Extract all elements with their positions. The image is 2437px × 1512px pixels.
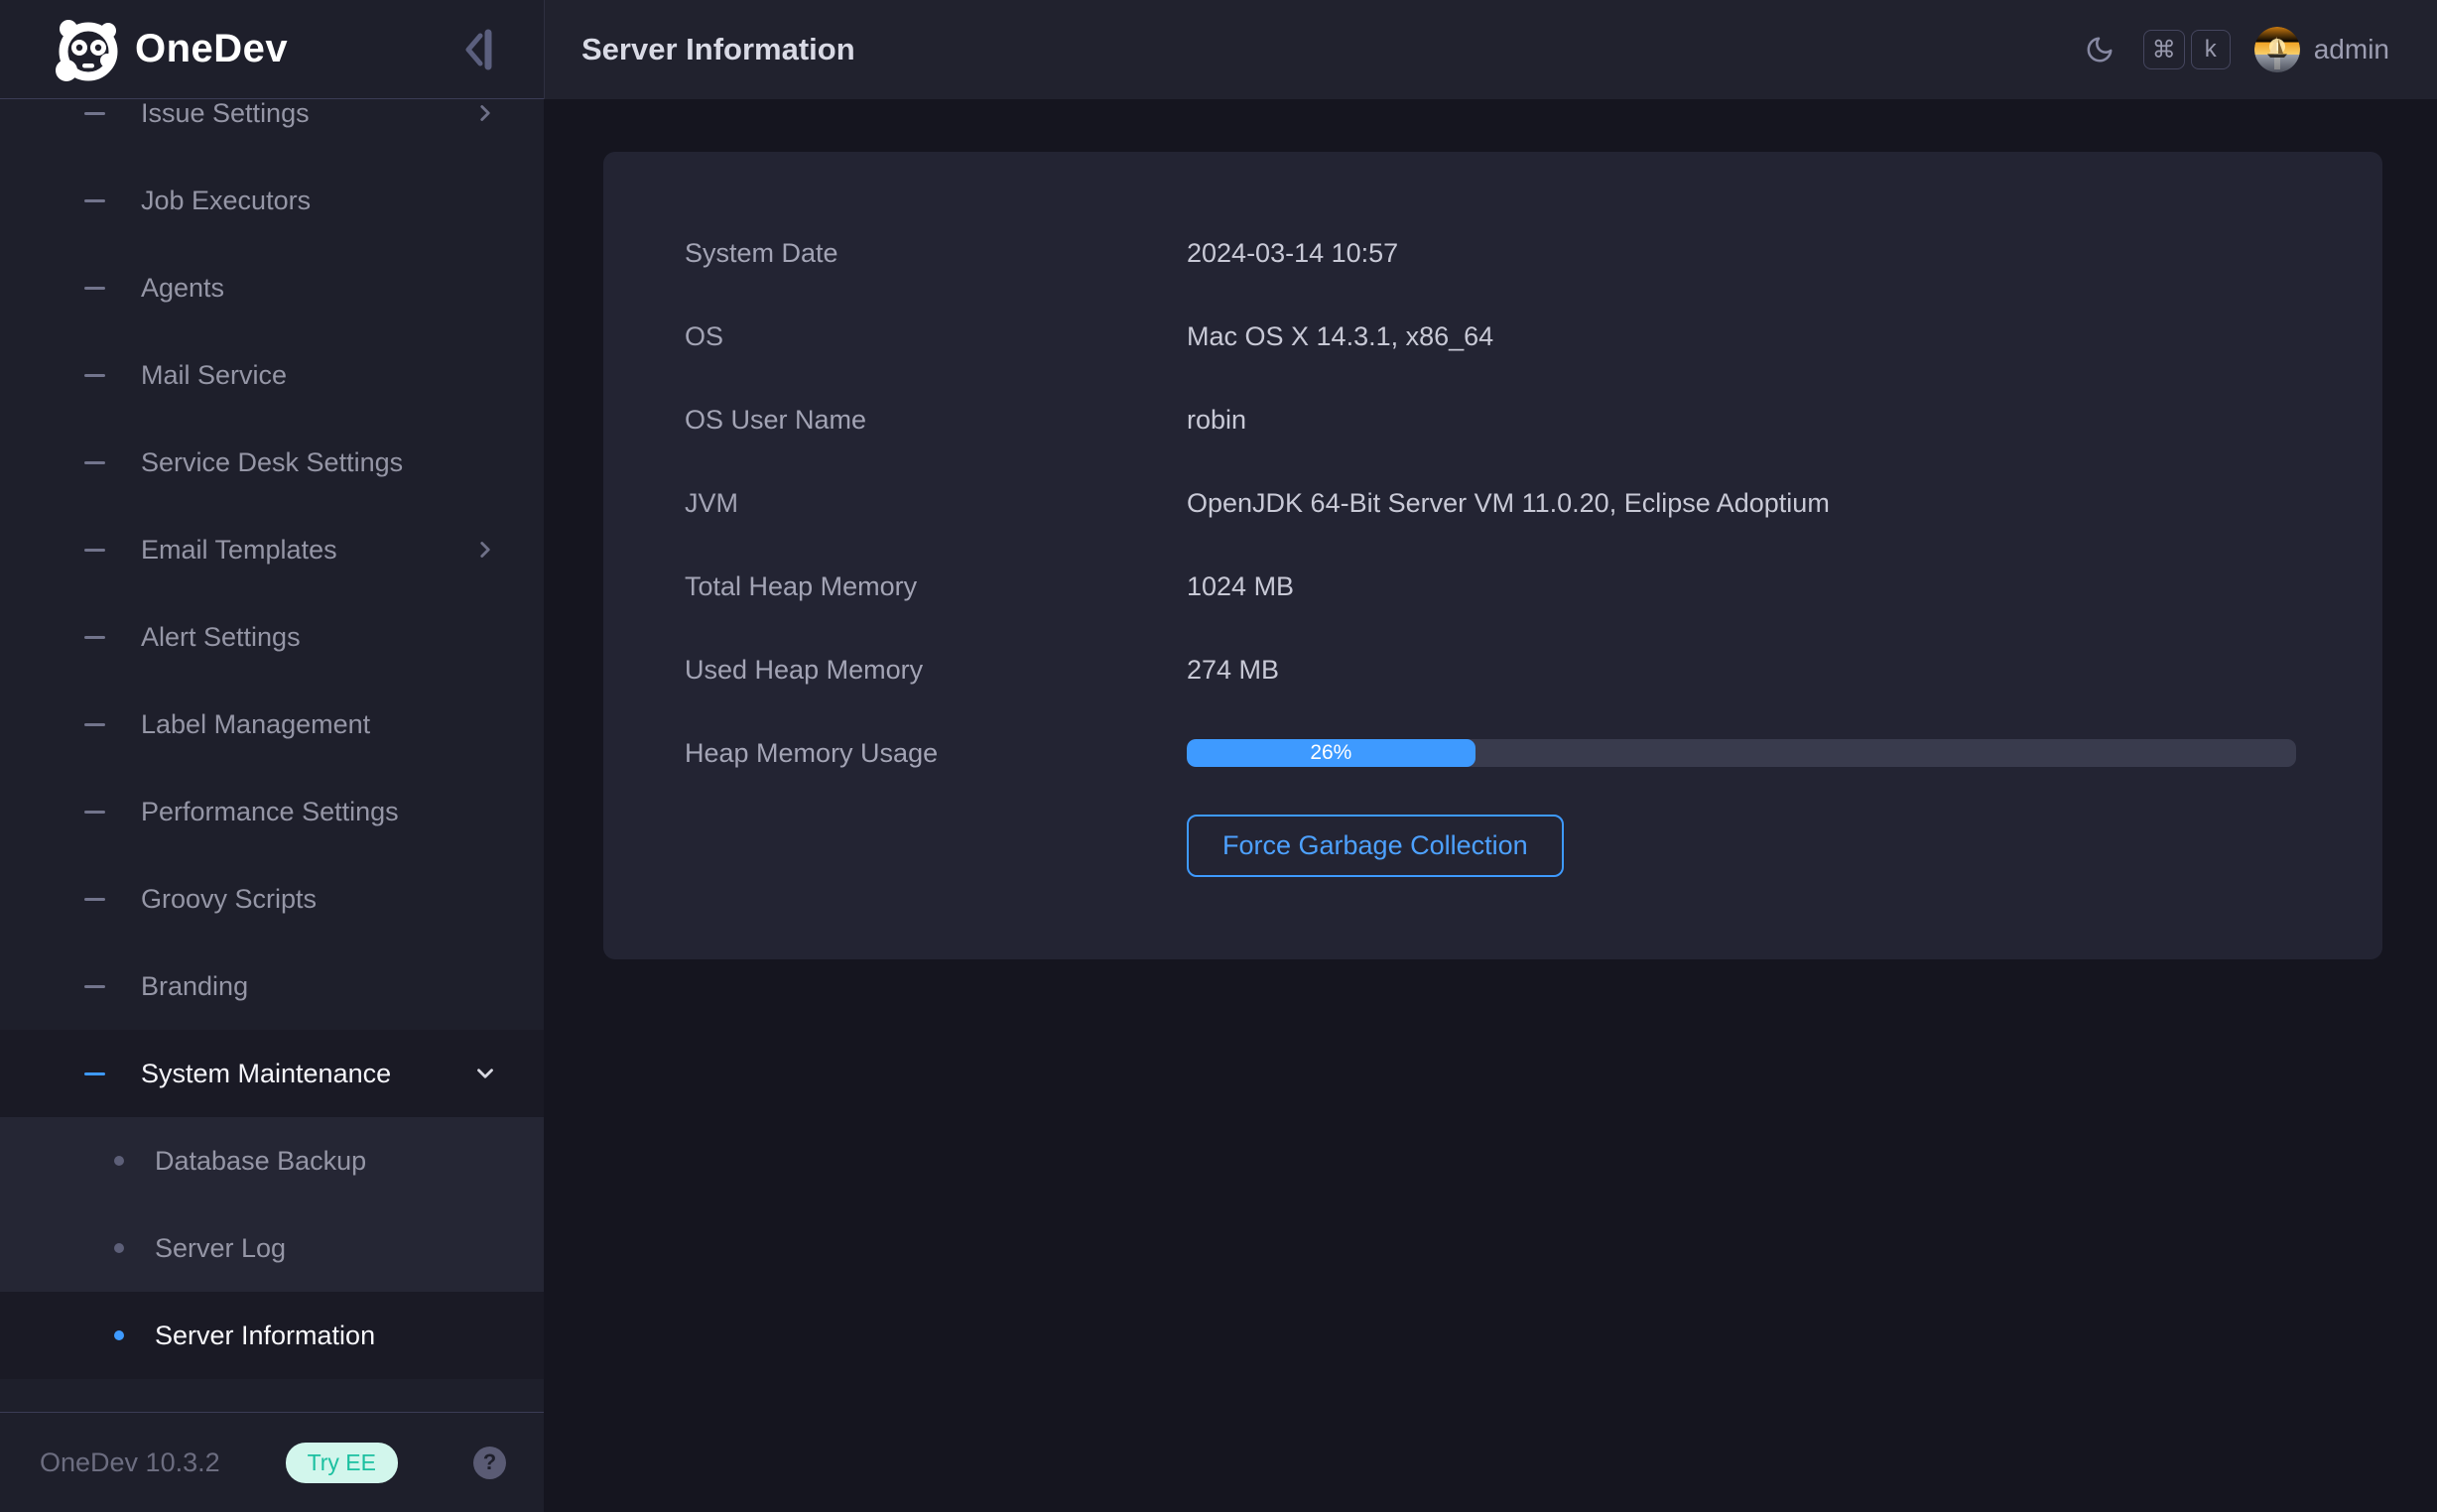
field-row-used-heap-memory: Used Heap Memory 274 MB <box>685 628 2301 711</box>
collapse-chevron-bar-icon <box>458 28 502 71</box>
try-ee-badge[interactable]: Try EE <box>286 1443 398 1483</box>
page-title: Server Information <box>581 32 2078 67</box>
force-garbage-collection-button[interactable]: Force Garbage Collection <box>1187 815 1564 877</box>
sidebar: OneDev Issue Settings Job Executors Agen… <box>0 0 544 1512</box>
header-actions: ⌘ k <box>2078 27 2389 72</box>
dash-bullet <box>84 549 105 552</box>
dash-bullet <box>84 811 105 814</box>
dash-bullet <box>84 723 105 726</box>
field-value: Mac OS X 14.3.1, x86_64 <box>1187 321 1493 352</box>
field-value: 274 MB <box>1187 655 1279 686</box>
dash-bullet <box>84 287 105 290</box>
sidebar-item-subscription-management[interactable]: Subscription Management <box>0 1379 544 1412</box>
field-value: OpenJDK 64-Bit Server VM 11.0.20, Eclips… <box>1187 488 1830 519</box>
field-row-os-user-name: OS User Name robin <box>685 378 2301 461</box>
onedev-logo-icon <box>52 14 123 85</box>
field-label: Heap Memory Usage <box>685 738 1187 769</box>
field-row-jvm: JVM OpenJDK 64-Bit Server VM 11.0.20, Ec… <box>685 461 2301 545</box>
server-info-card: System Date 2024-03-14 10:57 OS Mac OS X… <box>603 152 2382 959</box>
sidebar-item-alert-settings[interactable]: Alert Settings <box>0 593 544 681</box>
sidebar-item-server-log[interactable]: Server Log <box>0 1204 544 1292</box>
sidebar-nav: Issue Settings Job Executors Agents Mail… <box>0 99 544 1412</box>
field-row-heap-memory-usage: Heap Memory Usage 26% <box>685 711 2301 795</box>
field-row-total-heap-memory: Total Heap Memory 1024 MB <box>685 545 2301 628</box>
dot-bullet <box>114 1243 124 1253</box>
sidebar-item-service-desk-settings[interactable]: Service Desk Settings <box>0 419 544 506</box>
field-label: OS <box>685 321 1187 352</box>
dash-bullet <box>84 461 105 464</box>
moon-icon <box>2085 35 2115 64</box>
dash-bullet <box>84 636 105 639</box>
dash-bullet <box>84 898 105 901</box>
sidebar-item-agents[interactable]: Agents <box>0 244 544 331</box>
sidebar-item-mail-service[interactable]: Mail Service <box>0 331 544 419</box>
theme-toggle-button[interactable] <box>2078 28 2121 71</box>
sidebar-item-label-management[interactable]: Label Management <box>0 681 544 768</box>
brand-header: OneDev <box>0 0 544 99</box>
dot-bullet <box>114 1156 124 1166</box>
command-palette-shortcut[interactable]: ⌘ k <box>2143 30 2231 69</box>
user-menu[interactable]: admin <box>2254 27 2389 72</box>
sidebar-item-job-executors[interactable]: Job Executors <box>0 157 544 244</box>
sidebar-footer: OneDev 10.3.2 Try EE ? <box>0 1412 544 1512</box>
dot-bullet <box>114 1330 124 1340</box>
field-row-os: OS Mac OS X 14.3.1, x86_64 <box>685 295 2301 378</box>
avatar <box>2254 27 2300 72</box>
heap-usage-progress-bar: 26% <box>1187 739 2296 767</box>
app-version: OneDev 10.3.2 <box>40 1448 286 1478</box>
heap-usage-percent-label: 26% <box>1310 741 1351 765</box>
dash-bullet <box>84 112 105 115</box>
sidebar-collapse-button[interactable] <box>454 24 506 75</box>
sidebar-item-server-information[interactable]: Server Information <box>0 1292 544 1379</box>
field-label: Total Heap Memory <box>685 571 1187 602</box>
field-label: OS User Name <box>685 405 1187 436</box>
help-icon[interactable]: ? <box>473 1447 506 1479</box>
sidebar-item-performance-settings[interactable]: Performance Settings <box>0 768 544 855</box>
sidebar-item-database-backup[interactable]: Database Backup <box>0 1117 544 1204</box>
field-value: 2024-03-14 10:57 <box>1187 238 1398 269</box>
dash-bullet <box>84 985 105 988</box>
sidebar-item-groovy-scripts[interactable]: Groovy Scripts <box>0 855 544 943</box>
field-value: 1024 MB <box>1187 571 1294 602</box>
main-area: Server Information ⌘ k <box>544 0 2437 1512</box>
chevron-down-icon <box>472 1061 498 1086</box>
top-header: Server Information ⌘ k <box>544 0 2437 99</box>
sidebar-item-branding[interactable]: Branding <box>0 943 544 1030</box>
field-label: System Date <box>685 238 1187 269</box>
command-key-icon: ⌘ <box>2143 30 2185 69</box>
dash-bullet <box>84 199 105 202</box>
content-area: System Date 2024-03-14 10:57 OS Mac OS X… <box>544 99 2437 1512</box>
sidebar-item-email-templates[interactable]: Email Templates <box>0 506 544 593</box>
heap-usage-progress-fill: 26% <box>1187 739 1475 767</box>
field-value: robin <box>1187 405 1246 436</box>
chevron-right-icon <box>472 537 498 563</box>
username-label: admin <box>2314 34 2389 65</box>
dash-bullet <box>84 374 105 377</box>
sidebar-item-issue-settings[interactable]: Issue Settings <box>0 99 544 157</box>
field-row-system-date: System Date 2024-03-14 10:57 <box>685 211 2301 295</box>
field-label: Used Heap Memory <box>685 655 1187 686</box>
chevron-right-icon <box>472 100 498 126</box>
k-key-icon: k <box>2191 30 2231 69</box>
sidebar-item-system-maintenance[interactable]: System Maintenance <box>0 1030 544 1117</box>
gc-button-row: Force Garbage Collection <box>685 795 2301 896</box>
field-label: JVM <box>685 488 1187 519</box>
dash-bullet <box>84 1072 105 1075</box>
brand-name: OneDev <box>135 27 454 71</box>
